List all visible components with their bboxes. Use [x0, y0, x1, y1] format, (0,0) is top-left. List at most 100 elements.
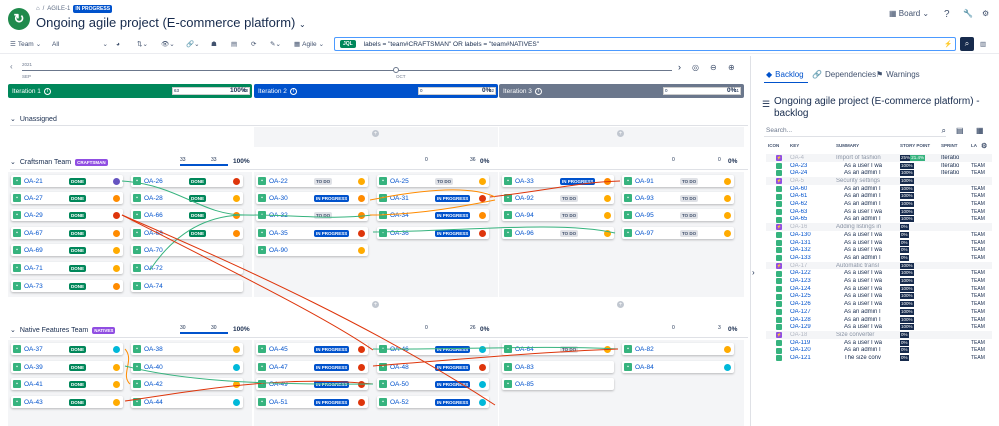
- issue-card[interactable]: ▪ OA-69 DONE: [11, 244, 123, 256]
- backlog-row[interactable]: OA-65 As an admin I 100% TEAM: [766, 216, 992, 224]
- app-logo-icon[interactable]: ↻: [8, 8, 30, 30]
- view-list-icon[interactable]: ▤: [956, 126, 964, 135]
- settings-icon[interactable]: ⚙: [981, 142, 987, 150]
- jql-input[interactable]: JQL labels = "team#CRAFTSMAN" OR labels …: [334, 37, 956, 51]
- issue-card[interactable]: ▪ OA-47 IN PROGRESS: [256, 361, 368, 373]
- backlog-row[interactable]: OA-63 As a user I wa 100% TEAM: [766, 208, 992, 216]
- issue-card[interactable]: ▪ OA-36 IN PROGRESS: [377, 227, 489, 239]
- issue-card[interactable]: ▪ OA-27 DONE: [11, 192, 123, 204]
- iteration-header[interactable]: Iteration 1i 63 63 100%: [8, 84, 252, 98]
- backlog-row[interactable]: OA-128 As an admin I 100% TEAM: [766, 316, 992, 324]
- info-icon[interactable]: i: [43, 87, 51, 95]
- wrench-icon[interactable]: 🔧: [963, 9, 973, 23]
- backlog-row[interactable]: OA-24 As an admin I 100% Iteratio TEAM: [766, 169, 992, 177]
- issue-card[interactable]: ▪ OA-66 DONE: [131, 209, 243, 221]
- search-button[interactable]: ⌕: [960, 37, 974, 51]
- issue-card[interactable]: ▪ OA-96 TO DO: [502, 227, 614, 239]
- backlog-row[interactable]: OA-61 As an admin I 100% TEAM: [766, 193, 992, 201]
- team-lane-header[interactable]: ⌄ Craftsman Team CRAFTSMAN: [10, 158, 108, 166]
- issue-card[interactable]: ▪ OA-91 TO DO: [622, 175, 734, 187]
- backlog-row[interactable]: OA-123 As a user I wa 100% TEAM: [766, 277, 992, 285]
- backlog-row[interactable]: OA-122 As a user I wa 100% TEAM: [766, 270, 992, 278]
- add-icon[interactable]: +: [617, 301, 624, 308]
- refresh-icon[interactable]: ⟳: [251, 38, 256, 50]
- backlog-row[interactable]: OA-129 As a user I wa 100% TEAM: [766, 323, 992, 331]
- issue-card[interactable]: ▪ OA-28 DONE: [131, 192, 243, 204]
- settings-icon[interactable]: ⚙: [982, 9, 989, 23]
- issue-card[interactable]: ▪ OA-46 IN PROGRESS: [377, 343, 489, 355]
- issue-card[interactable]: ▪ OA-90: [256, 244, 368, 256]
- bolt-icon[interactable]: ⚡: [944, 38, 952, 50]
- issue-card[interactable]: ▪ OA-50 IN PROGRESS: [377, 378, 489, 390]
- backlog-row[interactable]: OA-133 As an admin I 0% TEAM: [766, 254, 992, 262]
- backlog-row[interactable]: ⚡ OA-18 Size converter 0%: [766, 331, 992, 339]
- issue-card[interactable]: ▪ OA-94 TO DO: [502, 209, 614, 221]
- backlog-row[interactable]: OA-121 The size conv 0% TEAM: [766, 354, 992, 362]
- backlog-row[interactable]: OA-124 As a user I wa 100% TEAM: [766, 285, 992, 293]
- backlog-search-input[interactable]: Search... ⌕: [764, 125, 946, 137]
- issue-card[interactable]: ▪ OA-48 IN PROGRESS: [377, 361, 489, 373]
- issue-card[interactable]: ▪ OA-31 IN PROGRESS: [377, 192, 489, 204]
- issue-card[interactable]: ▪ OA-70: [131, 244, 243, 256]
- sort-icon[interactable]: ⇅⌄: [137, 38, 148, 50]
- unassigned-lane-header[interactable]: ⌄ Unassigned: [10, 115, 57, 124]
- iteration-header[interactable]: Iteration 3i 0 11 0%: [499, 84, 744, 98]
- team-selector[interactable]: ☰ Team ⌄: [10, 38, 41, 50]
- target-icon[interactable]: ◎: [692, 63, 699, 72]
- timeline-prev-icon[interactable]: ‹: [10, 62, 13, 71]
- tab-backlog[interactable]: ◆ Backlog: [766, 70, 804, 79]
- home-icon[interactable]: ⌂: [36, 6, 40, 12]
- issue-card[interactable]: ▪ OA-68 DONE: [131, 227, 243, 239]
- backlog-row[interactable]: OA-127 As an admin I 100% TEAM: [766, 308, 992, 316]
- issue-card[interactable]: ▪ OA-95 TO DO: [622, 209, 734, 221]
- issue-card[interactable]: ▪ OA-71 DONE: [11, 262, 123, 274]
- breadcrumb-project[interactable]: AGILE-1: [47, 6, 70, 12]
- issue-card[interactable]: ▪ OA-82: [622, 343, 734, 355]
- tools-icon[interactable]: ✎⌄: [270, 38, 281, 50]
- calendar-icon[interactable]: ▦: [976, 126, 984, 135]
- backlog-row[interactable]: OA-120 As an admin I 0% TEAM: [766, 347, 992, 355]
- backlog-row[interactable]: ⚡ OA-16 Adding listings in 0%: [766, 223, 992, 231]
- issue-card[interactable]: ▪ OA-39 DONE: [11, 361, 123, 373]
- issue-card[interactable]: ▪ OA-97 TO DO: [622, 227, 734, 239]
- issue-card[interactable]: ▪ OA-25 TO DO: [377, 175, 489, 187]
- issue-card[interactable]: ▪ OA-85: [502, 378, 614, 390]
- issue-card[interactable]: ▪ OA-83: [502, 361, 614, 373]
- backlog-row[interactable]: OA-132 As a user I wa 0% TEAM: [766, 246, 992, 254]
- issue-card[interactable]: ▪ OA-33 IN PROGRESS: [502, 175, 614, 187]
- issue-card[interactable]: ▪ OA-74: [131, 280, 243, 292]
- issue-card[interactable]: ▪ OA-38: [131, 343, 243, 355]
- issue-card[interactable]: ▪ OA-32 TO DO: [256, 209, 368, 221]
- panel-icon[interactable]: ▥: [980, 38, 986, 50]
- backlog-row[interactable]: OA-62 As an admin I 100% TEAM: [766, 200, 992, 208]
- eye-icon[interactable]: 👁⌄: [161, 38, 175, 50]
- backlog-row[interactable]: ⚡ OA-17 Automatic transl 100%: [766, 261, 992, 270]
- page-title[interactable]: Ongoing agile project (E-commerce platfo…: [36, 15, 306, 30]
- backlog-row[interactable]: OA-131 As a user I wa 0% TEAM: [766, 239, 992, 247]
- issue-card[interactable]: ▪ OA-51 IN PROGRESS: [256, 396, 368, 408]
- issue-card[interactable]: ▪ OA-45 IN PROGRESS: [256, 343, 368, 355]
- issue-card[interactable]: ▪ OA-93 TO DO: [622, 192, 734, 204]
- add-icon[interactable]: +: [372, 130, 379, 137]
- comment-icon[interactable]: ▤: [231, 38, 237, 50]
- backlog-row[interactable]: OA-119 As a user I wa 0% TEAM: [766, 339, 992, 347]
- backlog-row[interactable]: ⚡ OA-5 Security settings 100%: [766, 177, 992, 185]
- link-icon[interactable]: 🔗⌄: [186, 38, 200, 50]
- timeline-next-icon[interactable]: ›: [678, 62, 681, 72]
- issue-card[interactable]: ▪ OA-30 IN PROGRESS: [256, 192, 368, 204]
- issue-card[interactable]: ▪ OA-84: [622, 361, 734, 373]
- issue-card[interactable]: ▪ OA-21 DONE: [11, 175, 123, 187]
- issue-card[interactable]: ▪ OA-72: [131, 262, 243, 274]
- chevron-down-icon[interactable]: ⌄: [299, 20, 306, 29]
- issue-card[interactable]: ▪ OA-37 DONE: [11, 343, 123, 355]
- issue-card[interactable]: ▪ OA-35 IN PROGRESS: [256, 227, 368, 239]
- zoom-in-icon[interactable]: ⊕: [728, 63, 735, 72]
- backlog-row[interactable]: OA-130 As a user I wa 0% TEAM: [766, 231, 992, 239]
- issue-card[interactable]: ▪ OA-22 TO DO: [256, 175, 368, 187]
- tab-dependencies[interactable]: 🔗 Dependencies: [812, 70, 876, 79]
- chart-icon[interactable]: ◕: [116, 38, 120, 50]
- iteration-header[interactable]: Iteration 2i 0 62 0%: [254, 84, 498, 98]
- team-lane-header[interactable]: ⌄ Native Features Team NATIVES: [10, 326, 116, 334]
- issue-card[interactable]: ▪ OA-26 DONE: [131, 175, 243, 187]
- backlog-row[interactable]: OA-23 As a user I wa 100% Iteratio TEAM: [766, 162, 992, 170]
